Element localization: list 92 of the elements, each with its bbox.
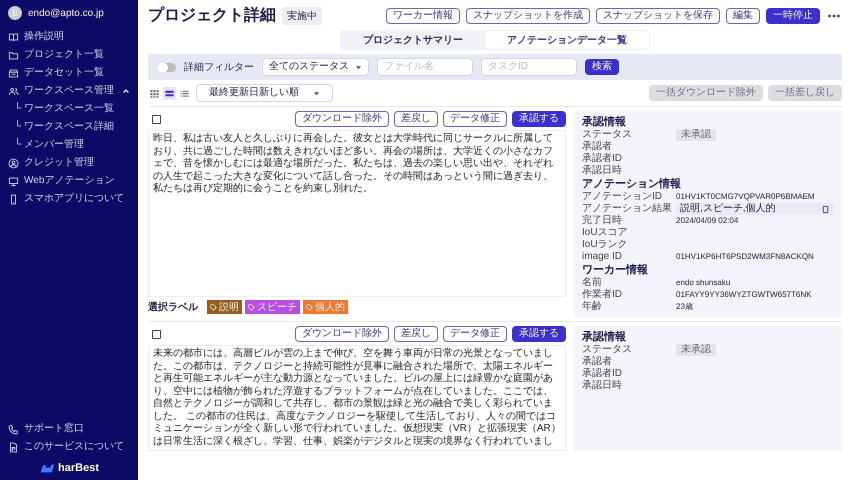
tab[interactable]: プロジェクトサマリー — [341, 31, 485, 49]
info-label: image ID — [582, 251, 624, 263]
section-heading: 承認情報 — [582, 330, 627, 344]
annotation-text: 昨日、私は古い友人と久しぶりに再会した。彼女とは大学時代に同じサークルに所属しており、共に過ごした時間は数えきれないほど多い。再会の場所は、大学近くの小さなカフェで、昔を懐かしむには最適な場所だった。私たちは、過去の楽しい思い出や、それぞれの人生で起こった大きな変化について話し合った。その時間はあっという間に過ぎ去り、私たちは再び定期的に会うことを約束し別れた。 — [153, 133, 554, 196]
action-button[interactable]: 承認する — [512, 326, 566, 342]
tag-icon — [248, 304, 255, 310]
info-label: 完了日時 — [582, 215, 623, 227]
info-label: IoUランク — [582, 239, 629, 251]
nav-subitem[interactable]: └ メンバー管理 — [0, 136, 138, 154]
action-button[interactable]: 差戻し — [394, 111, 438, 127]
task-id-field[interactable]: タスクID — [481, 58, 577, 76]
file-name-field[interactable]: ファイル名 — [377, 58, 473, 76]
action-button[interactable]: ダウンロード除外 — [295, 326, 389, 342]
page-title: プロジェクト詳細 — [148, 5, 276, 26]
info-label: 作業者ID — [582, 289, 623, 300]
nav-item[interactable]: ワークスペース管理 — [0, 82, 138, 100]
label-tag: 個人的 — [303, 300, 348, 314]
nav-item[interactable]: Webアノテーション — [0, 172, 138, 190]
info-value: 2024/04/09 02:04 — [676, 215, 738, 227]
sort-select[interactable]: 最終更新日新しい順 — [196, 84, 333, 102]
action-button[interactable]: ダウンロード除外 — [295, 111, 389, 127]
info-label: IoUスコア — [582, 227, 629, 239]
phone-icon — [8, 424, 19, 434]
logo-icon — [39, 462, 56, 474]
info-value: 23歳 — [676, 301, 693, 313]
toggle-label: 詳細フィルター — [184, 60, 254, 74]
nav-item[interactable]: プロジェクト一覧 — [0, 46, 138, 64]
header-button[interactable]: スナップショットを作成 — [466, 8, 590, 24]
nav-item[interactable]: サポート窓口 — [0, 420, 138, 438]
people-icon — [8, 86, 19, 96]
caret-icon — [355, 64, 362, 70]
rows-view-icon[interactable] — [163, 86, 176, 100]
logo-text: harBest — [58, 462, 99, 474]
section-heading: アノテーション情報 — [582, 177, 682, 191]
monitor-icon — [8, 176, 19, 186]
label-tag: スピーチ — [245, 300, 300, 314]
info-label: 承認日時 — [582, 165, 623, 177]
info-value: 01HV1KT0CMG7VQPVAR0P6BMAEM — [676, 191, 815, 202]
info-label: 承認日時 — [582, 380, 623, 392]
action-button[interactable]: 承認する — [512, 111, 566, 127]
nav-item[interactable]: このサービスについて — [0, 438, 138, 456]
action-button[interactable]: 差戻し — [394, 326, 438, 342]
nav-item[interactable]: スマホアプリについて — [0, 190, 138, 208]
document-icon — [8, 442, 19, 452]
toggle-switch[interactable] — [158, 62, 176, 72]
tag-icon — [210, 304, 217, 310]
copy-icon[interactable] — [821, 204, 830, 214]
status-badge: 未承認 — [676, 344, 716, 356]
header-button[interactable]: 編集 — [726, 8, 760, 24]
info-label: ステータス — [582, 344, 633, 356]
checkbox[interactable] — [152, 330, 161, 338]
nav-item[interactable]: クレジット管理 — [0, 154, 138, 172]
info-value: 01FAYY9YY36WYZTGWTW657T6NK — [676, 289, 812, 301]
nav-subitem[interactable]: └ ワークスペース詳細 — [0, 118, 138, 136]
checkbox[interactable] — [152, 114, 161, 124]
status-select[interactable]: 全てのステータス — [262, 58, 369, 76]
user-email: endo@apto.co.jp — [28, 8, 104, 18]
header-button[interactable]: スナップショットを保存 — [596, 8, 720, 24]
nav-subitem[interactable]: └ ワークスペース一覧 — [0, 100, 138, 118]
section-heading: ワーカー情報 — [582, 263, 649, 277]
action-button[interactable]: データ修正 — [443, 326, 507, 342]
nav-item[interactable]: 操作説明 — [0, 28, 138, 46]
caret-icon — [313, 90, 320, 96]
info-label: アノテーション結果 — [582, 203, 673, 214]
header-button[interactable]: ワーカー情報 — [386, 8, 460, 24]
tab[interactable]: アノテーションデータ一覧 — [485, 31, 649, 49]
info-label: ステータス — [582, 129, 633, 140]
nav-item[interactable]: データセット一覧 — [0, 64, 138, 82]
info-label: アノテーションID — [582, 191, 663, 203]
info-label: 承認者ID — [582, 368, 623, 380]
info-value: 01HV1KP6HT6PSD2WM3FN8ACKQN — [676, 251, 814, 263]
annotation-text: 未来の都市には、高層ビルが雲の上まで伸び、空を舞う車両が日常の光景となっていました。この都市は、テクノロジーと持続可能性が見事に融合された場所で、太陽エネルギーと再生可能エネルギーが主な動力源となっていました。ビルの屋上には緑豊かな庭園があり、空中には植物が飾られた浮遊するプラットフォームが点在していました。ここでは、自然とテクノロジーが調和して共存し、都市の景観は緑と光の融合で美しく彩られていました。 この都市の住民は、高度なテクノロジーを駆使して生活しており、人々の間ではコミュニケーションが全く新しい形で行われていました。仮想現実（VR）と拡張現実（AR）は日常生活に深く根ざし、学習、仕事、娯楽がデジタルと現実の境界なく行われていまし — [153, 348, 561, 448]
result-field: 説明,スピーチ,個人的 — [676, 203, 834, 215]
info-label: 承認者ID — [582, 153, 623, 164]
search-button[interactable]: 検索 — [585, 59, 619, 75]
info-value: endo shunsaku — [676, 277, 730, 289]
info-label: 名前 — [582, 277, 603, 288]
status-badge: 未承認 — [676, 129, 716, 141]
section-heading: 承認情報 — [582, 115, 627, 129]
status-badge: 実施中 — [282, 6, 322, 24]
folder-icon — [8, 50, 19, 60]
info-label: 年齢 — [582, 301, 603, 313]
header-button[interactable]: 一時停止 — [766, 8, 820, 24]
action-button[interactable]: データ修正 — [443, 111, 507, 127]
smartphone-icon — [8, 194, 19, 204]
labels-title: 選択ラベル — [148, 300, 198, 314]
book-icon — [8, 32, 19, 42]
info-label: 承認者 — [582, 356, 613, 368]
store-icon — [8, 68, 19, 78]
tag-icon — [306, 304, 313, 310]
label-tag: 説明 — [207, 300, 242, 314]
info-label: 承認者 — [582, 141, 613, 152]
